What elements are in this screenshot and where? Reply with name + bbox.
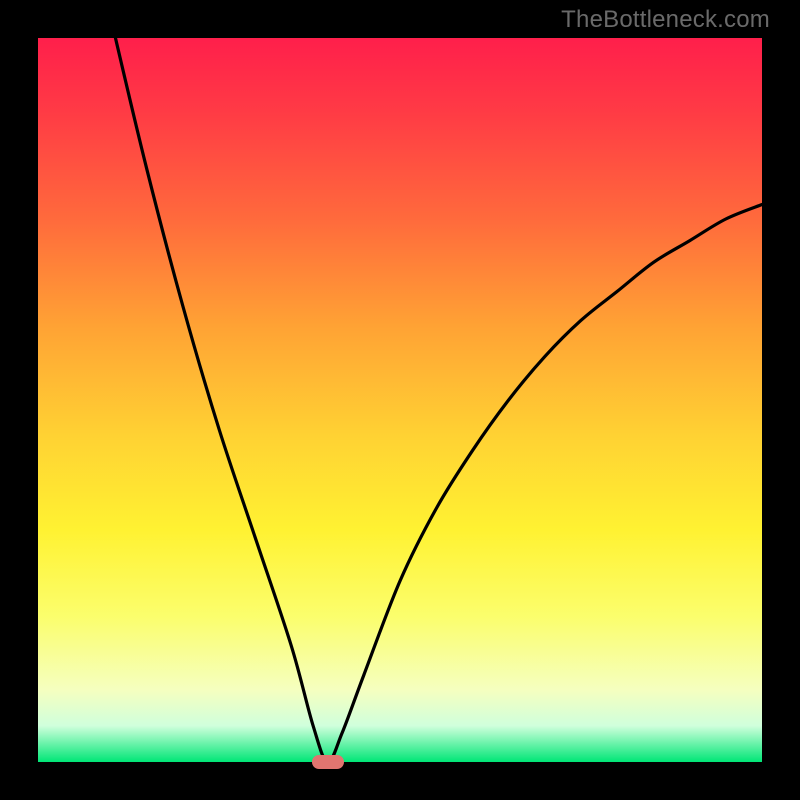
chart-frame: TheBottleneck.com (0, 0, 800, 800)
bottleneck-curve (38, 38, 762, 762)
minimum-marker (312, 755, 344, 769)
watermark-text: TheBottleneck.com (561, 6, 770, 34)
